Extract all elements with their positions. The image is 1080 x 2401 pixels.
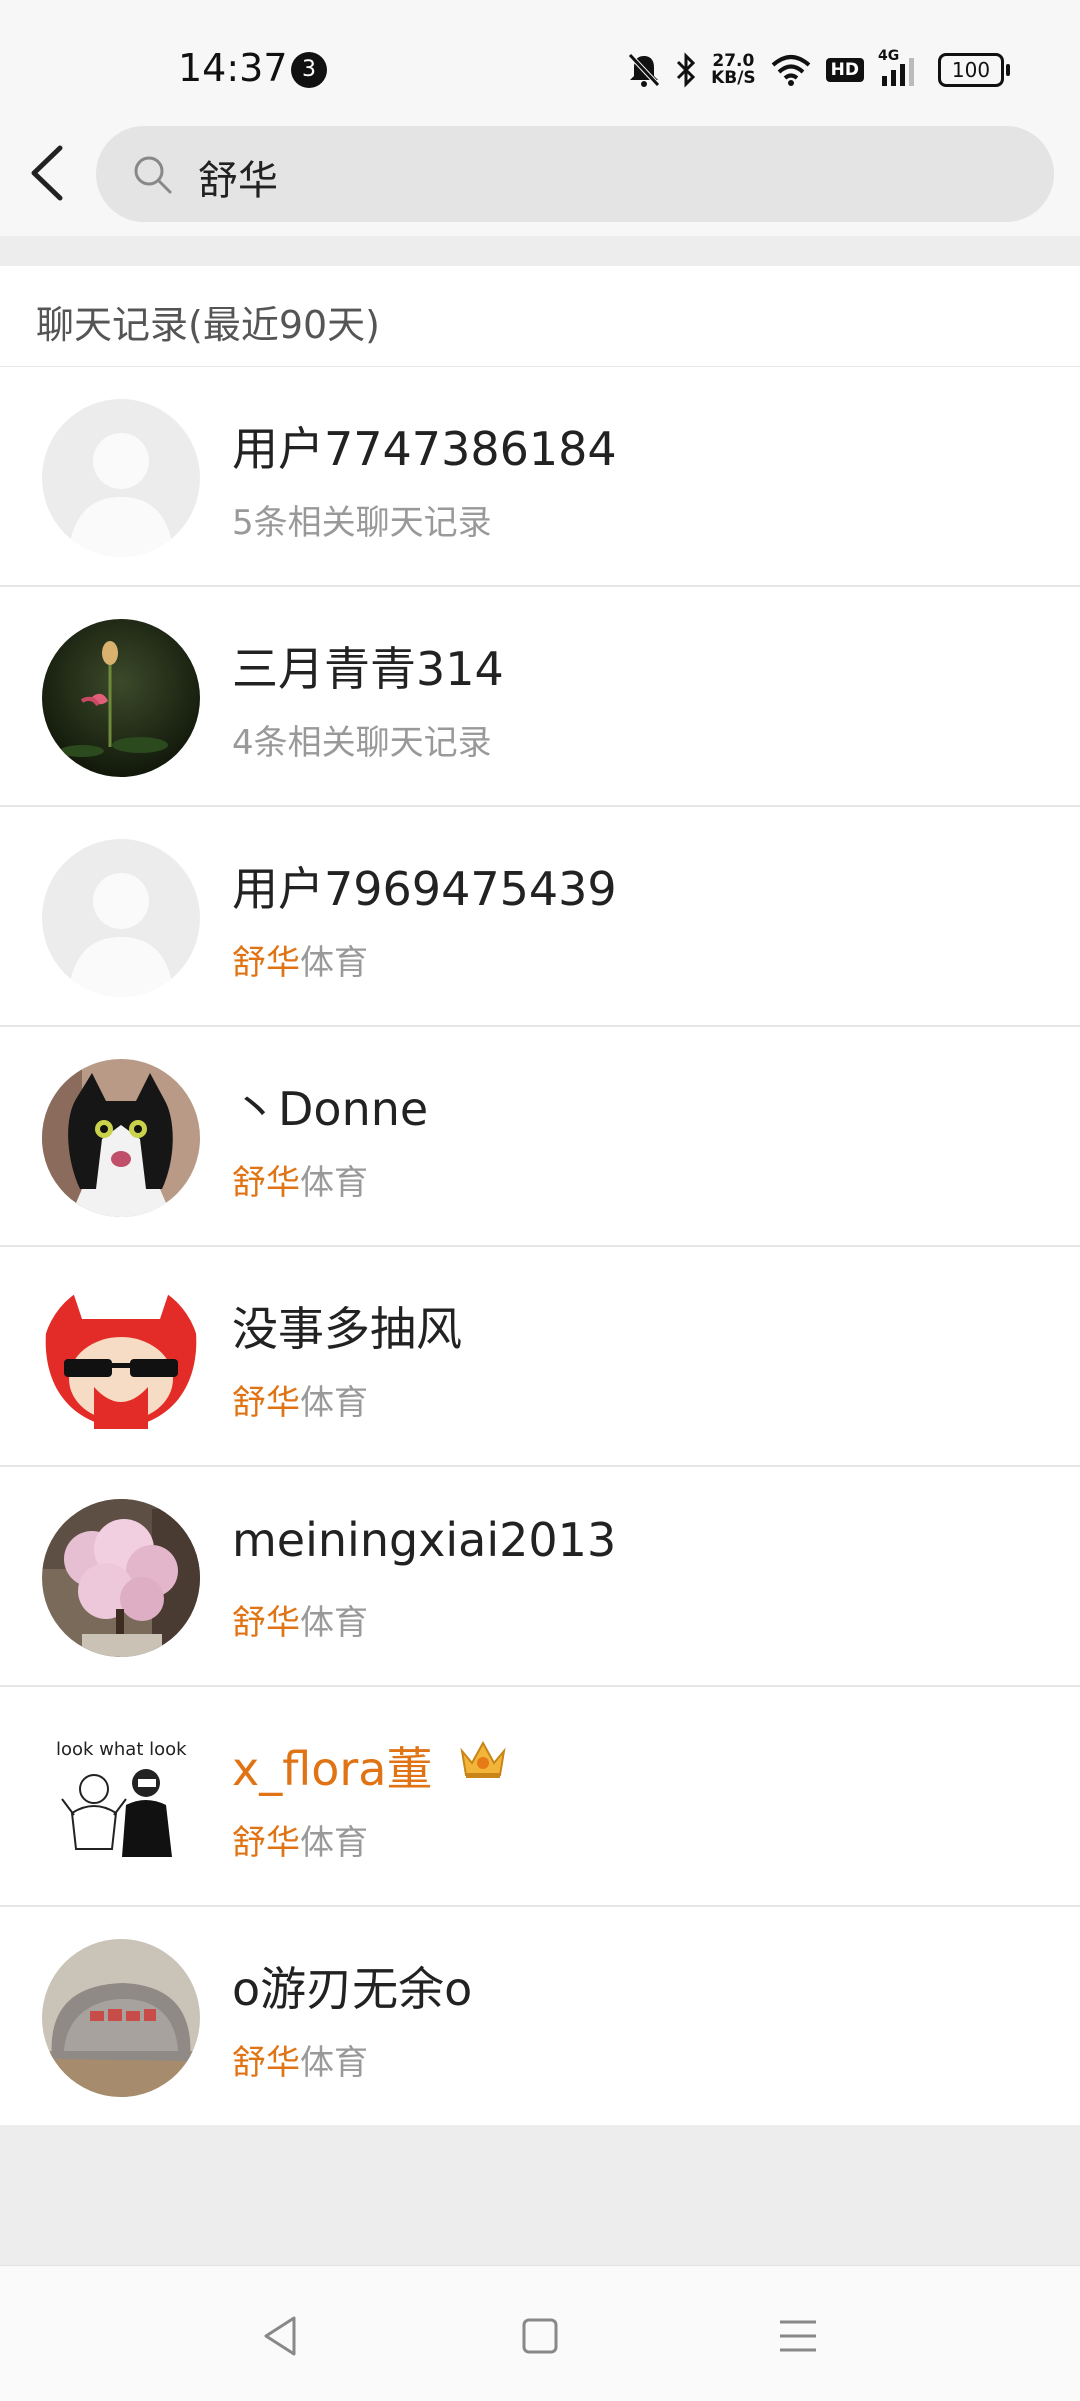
menu-lines-icon [780,2320,816,2352]
search-query[interactable]: 舒华 [198,148,278,206]
list-item[interactable]: 用户7969475439 舒华体育 [0,807,1080,1027]
search-icon [134,156,172,194]
result-name: 用户7969475439 [232,862,617,916]
sketch-caption: look what look [56,1739,187,1760]
cat-avatar [42,1059,200,1217]
result-name: meiningxiai2013 [232,1513,617,1567]
chevron-left-icon [31,145,63,201]
keyword-highlight: 舒华 [232,943,300,983]
lotus-avatar [42,619,200,777]
default-avatar [42,399,200,557]
list-item[interactable]: meiningxiai2013 舒华体育 [0,1467,1080,1687]
result-subtitle: 舒华体育 [232,1595,368,1644]
result-subtitle: 5条相关聊天记录 [232,503,492,543]
section-label: 聊天记录(最近90天) [36,303,381,347]
result-name: o游刃无余o [232,1962,473,2016]
list-item[interactable]: look what look x_flora董 舒华体育 [0,1687,1080,1907]
home-square-icon [522,2318,558,2354]
list-item[interactable]: 丶Donne 舒华体育 [0,1027,1080,1247]
list-item[interactable]: o游刃无余o 舒华体育 [0,1907,1080,2125]
net-speed: 27.0 KB/S [711,53,756,87]
sketch-avatar: look what look [42,1719,200,1877]
list-item[interactable]: 没事多抽风 舒华体育 [0,1247,1080,1467]
search-input[interactable]: 舒华 [96,126,1054,222]
subtitle-rest: 体育 [300,1163,368,1203]
keyword-highlight: 舒华 [232,1603,300,1643]
status-icons: 27.0 KB/S HD 4G 100 [627,48,1010,92]
keyword-highlight: 舒华 [232,1823,300,1863]
result-list: 用户7747386184 5条相关聊天记录 三月青青314 4条相关聊天记录 用… [0,367,1080,2125]
wifi-icon [771,55,810,86]
status-bar: 14:37 3 27.0 KB/S HD 4G 100 [0,0,1080,118]
nav-menu-button[interactable] [768,2306,828,2366]
section-header: 聊天记录(最近90天) [0,266,1080,367]
result-subtitle: 舒华体育 [232,2035,368,2084]
result-subtitle: 4条相关聊天记录 [232,723,492,763]
battery-icon: 100 [938,53,1010,87]
bluetooth-icon [677,52,696,88]
net-speed-unit: KB/S [711,68,756,88]
result-subtitle: 舒华体育 [232,1375,368,1424]
blossom-avatar [42,1499,200,1657]
subtitle-rest: 体育 [300,1823,368,1863]
subtitle-rest: 体育 [300,943,368,983]
nav-back-button[interactable] [252,2306,312,2366]
result-name: 没事多抽风 [232,1302,462,1356]
back-triangle-icon [264,2316,296,2356]
mute-bell-icon [628,53,660,87]
nav-home-button[interactable] [510,2306,570,2366]
subtitle-rest: 体育 [300,2043,368,2083]
rock-avatar [42,1939,200,2097]
result-name: 丶Donne [232,1082,429,1136]
cartoon-avatar [42,1279,200,1437]
result-subtitle: 舒华体育 [232,1815,368,1864]
keyword-highlight: 舒华 [232,1163,300,1203]
signal-icon: 4G [878,48,924,88]
system-nav-bar [0,2265,1080,2401]
notification-count-badge: 3 [291,52,327,88]
vip-crown-icon [460,1740,506,1778]
status-time: 14:37 [178,46,288,90]
result-name: 三月青青314 [232,642,504,696]
keyword-highlight: 舒华 [232,2043,300,2083]
result-name: 用户7747386184 [232,422,617,476]
result-name: x_flora董 [232,1742,433,1796]
list-item[interactable]: 用户7747386184 5条相关聊天记录 [0,367,1080,587]
keyword-highlight: 舒华 [232,1383,300,1423]
subtitle-rest: 体育 [300,1383,368,1423]
subtitle-rest: 体育 [300,1603,368,1643]
hd-badge: HD [825,58,864,82]
back-button[interactable] [20,138,76,208]
result-subtitle: 舒华体育 [232,935,368,984]
default-avatar [42,839,200,997]
search-header: 舒华 [0,118,1080,236]
list-item[interactable]: 三月青青314 4条相关聊天记录 [0,587,1080,807]
result-subtitle: 舒华体育 [232,1155,368,1204]
